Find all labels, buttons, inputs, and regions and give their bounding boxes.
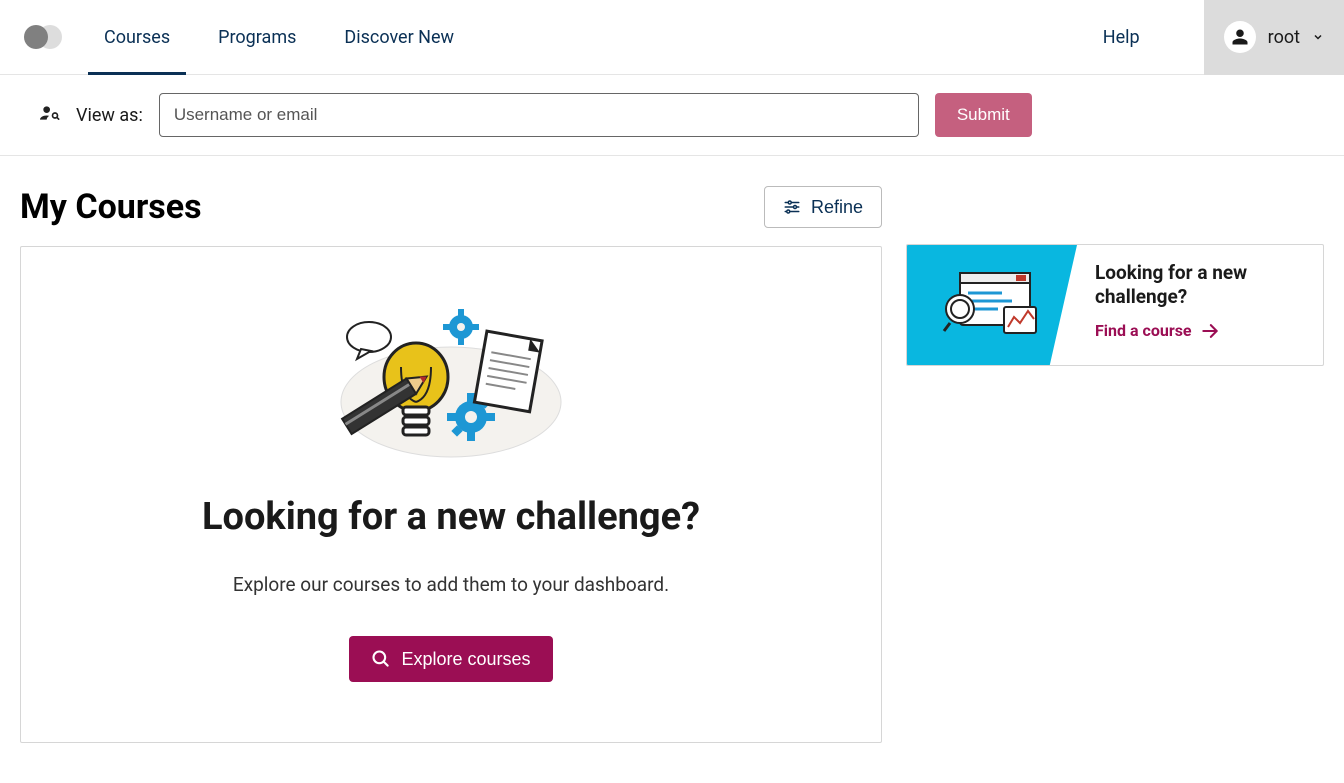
sidebar: Looking for a new challenge? Find a cour…: [906, 244, 1324, 366]
refine-label: Refine: [811, 197, 863, 218]
explore-courses-button[interactable]: Explore courses: [349, 636, 552, 682]
page-head: My Courses Refine: [20, 186, 882, 228]
nav-help[interactable]: Help: [1103, 27, 1140, 48]
viewas-label: View as:: [76, 105, 143, 126]
header-right: Help root: [1103, 0, 1344, 75]
viewas-bar: View as: Submit: [0, 75, 1344, 156]
explore-label: Explore courses: [401, 649, 530, 670]
avatar: [1224, 21, 1256, 53]
refine-button[interactable]: Refine: [764, 186, 882, 228]
logo[interactable]: [24, 23, 64, 51]
main-nav: Courses Programs Discover New: [104, 1, 1103, 74]
user-name: root: [1268, 27, 1300, 48]
empty-illustration: [331, 307, 571, 467]
promo-title: Looking for a new challenge?: [1095, 261, 1305, 309]
promo-card: Looking for a new challenge? Find a cour…: [906, 244, 1324, 366]
main-left: My Courses Refine: [20, 186, 882, 743]
empty-title: Looking for a new challenge?: [61, 495, 841, 539]
main: My Courses Refine: [0, 156, 1344, 783]
sliders-icon: [783, 198, 801, 216]
viewas-icon: [40, 106, 60, 124]
page-title: My Courses: [20, 187, 202, 227]
nav-courses[interactable]: Courses: [104, 1, 170, 74]
nav-discover[interactable]: Discover New: [344, 1, 454, 74]
viewas-submit-button[interactable]: Submit: [935, 93, 1032, 137]
search-icon: [371, 649, 391, 669]
promo-illustration: [907, 245, 1077, 365]
empty-subtitle: Explore our courses to add them to your …: [61, 573, 841, 596]
empty-state-card: Looking for a new challenge? Explore our…: [20, 246, 882, 743]
promo-link-label: Find a course: [1095, 321, 1192, 340]
header: Courses Programs Discover New Help root: [0, 0, 1344, 75]
viewas-input[interactable]: [159, 93, 919, 137]
user-menu[interactable]: root: [1204, 0, 1344, 75]
find-course-link[interactable]: Find a course: [1095, 321, 1220, 341]
arrow-right-icon: [1200, 321, 1220, 341]
person-icon: [1231, 28, 1249, 46]
nav-programs[interactable]: Programs: [218, 1, 296, 74]
chevron-down-icon: [1312, 31, 1324, 43]
promo-body: Looking for a new challenge? Find a cour…: [1077, 245, 1323, 365]
